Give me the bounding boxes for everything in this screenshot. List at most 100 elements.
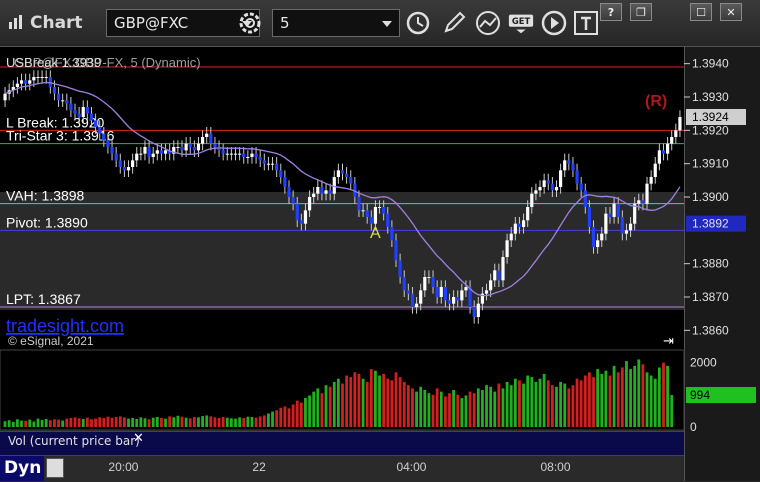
candle-body-158 bbox=[653, 163, 657, 177]
candle-body-144 bbox=[596, 240, 600, 247]
time-axis bbox=[0, 455, 684, 482]
volume-bar-154 bbox=[637, 359, 641, 427]
copyright: © eSignal, 2021 bbox=[8, 334, 94, 348]
candle-body-35 bbox=[147, 147, 151, 157]
volume-bar-117 bbox=[485, 385, 488, 427]
volume-bar-139 bbox=[575, 378, 579, 427]
get-data-button[interactable]: GET bbox=[507, 9, 537, 37]
price-tick-4: 1.3900 bbox=[692, 190, 729, 204]
text-icon[interactable] bbox=[572, 9, 600, 37]
volume-bar-1 bbox=[7, 420, 11, 427]
settings-button[interactable] bbox=[236, 9, 264, 37]
candle-body-77 bbox=[320, 187, 324, 194]
volume-bar-66 bbox=[275, 410, 279, 427]
volume-bar-130 bbox=[538, 378, 542, 427]
line-study-icon[interactable] bbox=[474, 9, 502, 37]
volume-bar-10 bbox=[44, 418, 48, 427]
chart-app-icon bbox=[9, 15, 22, 29]
chevron-down-icon[interactable] bbox=[382, 21, 392, 27]
volume-bar-23 bbox=[98, 417, 102, 427]
interval-value: 5 bbox=[280, 14, 290, 32]
studies-button[interactable] bbox=[474, 9, 502, 37]
candle-body-30 bbox=[126, 167, 131, 171]
candle-body-4 bbox=[19, 80, 24, 84]
volume-bar-100 bbox=[415, 391, 418, 427]
time-label-0: 20:00 bbox=[108, 460, 139, 474]
volume-bar-150 bbox=[620, 367, 624, 427]
dynamic-mode-button[interactable]: Dyn bbox=[0, 456, 44, 481]
candle-body-34 bbox=[143, 147, 147, 154]
volume-bar-149 bbox=[616, 372, 620, 427]
app-title: Chart bbox=[30, 13, 83, 33]
candle-body-21 bbox=[89, 113, 94, 121]
candle-body-46 bbox=[192, 147, 196, 151]
volume-bar-51 bbox=[213, 417, 217, 427]
volume-bar-97 bbox=[402, 381, 406, 427]
volume-bar-14 bbox=[61, 420, 65, 427]
time-button[interactable] bbox=[404, 9, 432, 37]
candle-body-69 bbox=[287, 187, 291, 197]
restore-button[interactable]: ❐ bbox=[630, 3, 652, 21]
volume-bar-89 bbox=[369, 369, 373, 427]
price-chart[interactable]: L Break: 1.3920Tri-Star 3: 1.3916VAH: 1.… bbox=[0, 47, 760, 481]
get-icon[interactable]: GET bbox=[507, 9, 535, 37]
price-tick-0: 1.3940 bbox=[692, 57, 729, 71]
volume-bar-140 bbox=[579, 380, 583, 427]
candle-body-115 bbox=[476, 303, 480, 317]
volume-bar-135 bbox=[559, 381, 563, 427]
play-icon[interactable] bbox=[540, 9, 568, 37]
volume-bar-93 bbox=[386, 378, 390, 427]
candle-body-108 bbox=[447, 300, 452, 304]
candle-body-67 bbox=[279, 170, 283, 177]
close-button[interactable]: ✕ bbox=[720, 3, 742, 21]
candle-body-161 bbox=[665, 143, 670, 154]
candle-body-117 bbox=[484, 290, 489, 294]
volume-bar-68 bbox=[283, 406, 287, 427]
candle-body-71 bbox=[295, 203, 299, 221]
candle-body-72 bbox=[299, 220, 303, 224]
candle-body-59 bbox=[246, 157, 250, 158]
candle-body-146 bbox=[604, 213, 608, 234]
maximize-button[interactable]: ☐ bbox=[690, 3, 712, 21]
candle-body-94 bbox=[390, 227, 394, 241]
volume-bar-40 bbox=[168, 416, 172, 427]
volume-bar-103 bbox=[427, 393, 431, 427]
volume-bar-43 bbox=[180, 416, 184, 427]
volume-bar-152 bbox=[629, 369, 632, 427]
candle-body-111 bbox=[460, 290, 464, 301]
volume-bar-80 bbox=[332, 381, 336, 427]
candle-body-121 bbox=[501, 257, 505, 281]
candle-body-9 bbox=[40, 77, 44, 78]
text-tool-button[interactable] bbox=[572, 9, 600, 37]
volume-bar-4 bbox=[20, 420, 23, 427]
volume-bar-120 bbox=[497, 383, 501, 427]
toolbar: Chart GBP@FXC 5 GET ? ❐ ☐ ✕ bbox=[0, 0, 760, 47]
candle-body-128 bbox=[530, 193, 534, 207]
candle-body-50 bbox=[209, 133, 213, 144]
volume-bar-98 bbox=[406, 385, 410, 427]
help-button[interactable]: ? bbox=[600, 3, 622, 21]
volume-bar-136 bbox=[563, 383, 567, 427]
candle-body-112 bbox=[464, 287, 468, 291]
volume-bar-88 bbox=[365, 381, 369, 427]
candle-body-147 bbox=[608, 213, 612, 217]
volume-bar-129 bbox=[534, 381, 538, 427]
lock-icon[interactable] bbox=[46, 458, 64, 478]
volume-bar-158 bbox=[653, 378, 657, 427]
candle-body-92 bbox=[382, 207, 386, 214]
candle-body-32 bbox=[135, 153, 139, 161]
interval-combo[interactable]: 5 bbox=[272, 9, 400, 37]
clock-icon[interactable] bbox=[404, 9, 432, 37]
volume-bar-18 bbox=[77, 418, 81, 427]
candle-body-64 bbox=[266, 163, 271, 165]
candle-body-98 bbox=[406, 290, 410, 294]
replay-button[interactable] bbox=[540, 9, 568, 37]
draw-button[interactable] bbox=[440, 9, 468, 37]
candle-body-88 bbox=[365, 210, 369, 217]
pencil-icon[interactable] bbox=[440, 9, 468, 37]
gear-icon[interactable] bbox=[236, 9, 264, 37]
close-study-icon[interactable]: ✕ bbox=[133, 431, 144, 446]
volume-bar-69 bbox=[287, 408, 291, 427]
candle-body-54 bbox=[225, 153, 229, 155]
price-tick-2: 1.3920 bbox=[692, 123, 729, 137]
